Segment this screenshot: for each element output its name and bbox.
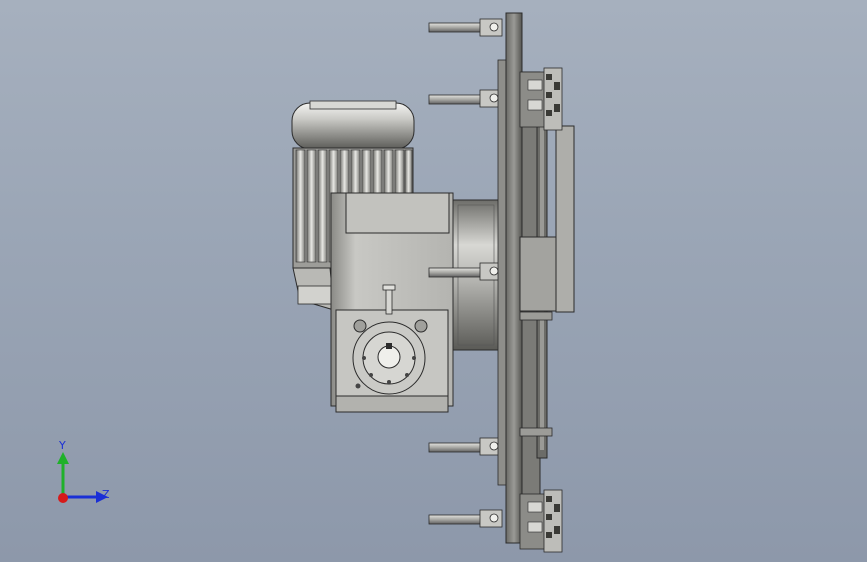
tie-rods[interactable] bbox=[428, 18, 503, 528]
flange-bolt bbox=[412, 356, 416, 360]
gear-motor-assembly-model[interactable] bbox=[0, 0, 867, 562]
flange-bolt bbox=[405, 373, 409, 377]
motor-foot-plate bbox=[297, 285, 333, 305]
motor-end-cap bbox=[291, 102, 415, 150]
flange-bolt bbox=[362, 356, 366, 360]
shaft-collar bbox=[519, 427, 553, 437]
flange-bolt bbox=[369, 373, 373, 377]
z-axis-label: Z bbox=[102, 488, 110, 501]
output-shaft-bore bbox=[377, 345, 401, 369]
shaft-keyway bbox=[386, 343, 392, 349]
hub-flange bbox=[555, 125, 575, 313]
y-axis-label: Y bbox=[58, 439, 66, 452]
flange-bolt bbox=[355, 383, 361, 389]
flange-bolt bbox=[387, 380, 391, 384]
clevis-pin bbox=[489, 22, 499, 523]
vent-plug bbox=[385, 287, 393, 315]
gearbox[interactable] bbox=[330, 192, 454, 413]
motor-cap-ring bbox=[309, 100, 397, 110]
gearbox-upper-face bbox=[345, 192, 450, 234]
x-axis-origin-icon bbox=[58, 493, 68, 503]
gearbox-base bbox=[335, 395, 449, 413]
bolt-hole-left bbox=[353, 319, 367, 333]
axis-triad: Y Z bbox=[57, 439, 110, 503]
lower-gripper[interactable] bbox=[519, 489, 563, 553]
upper-gripper[interactable] bbox=[519, 67, 563, 131]
shaft-collar bbox=[519, 311, 553, 321]
vent-plug-cap bbox=[382, 284, 396, 291]
bolt-hole-right bbox=[414, 319, 428, 333]
y-axis-arrow-icon bbox=[57, 452, 69, 464]
thin-plate bbox=[497, 59, 507, 486]
graphics-viewport[interactable]: Y Z bbox=[0, 0, 867, 562]
